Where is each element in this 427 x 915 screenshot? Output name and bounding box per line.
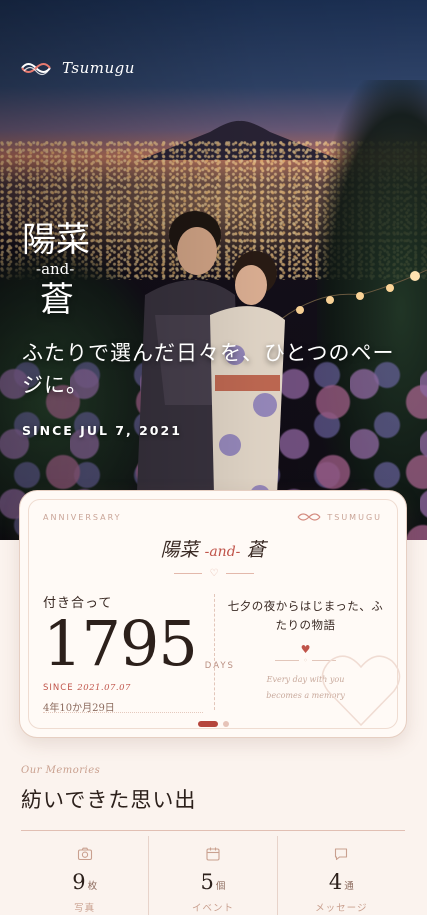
heart-outline-icon: ♡	[209, 567, 219, 579]
stat-unit: 枚	[87, 881, 98, 892]
stat-label: 写真	[74, 903, 96, 914]
pager-dot-active[interactable]	[198, 721, 218, 727]
stat-value: 9	[72, 870, 86, 894]
since-date: 2021.07.07	[77, 683, 131, 693]
card-brand: TSUMUGU	[297, 511, 382, 523]
since-label: SINCE	[43, 683, 74, 693]
anniversary-card[interactable]: ANNIVERSARY TSUMUGU 陽菜 -and- 蒼 ♡ 付き合って 1…	[19, 490, 407, 738]
card-name-connector: -and-	[204, 544, 241, 560]
days-count: 1795	[43, 607, 198, 680]
knot-logo-icon	[21, 63, 51, 76]
knot-logo-icon	[297, 513, 321, 521]
stat-value: 4	[328, 870, 343, 894]
vertical-divider	[214, 594, 215, 710]
memories-title: 紡いできた思い出	[21, 788, 197, 812]
pager-dot[interactable]	[223, 721, 229, 727]
partner-name-1: 陽菜	[22, 220, 90, 260]
card-label-anniversary: ANNIVERSARY	[43, 513, 122, 522]
partner-name-2: 蒼	[40, 280, 74, 320]
hero-since-date: SINCE JUL 7, 2021	[22, 423, 182, 438]
days-counter: 付き合って 1795 DAYS SINCE 2021.07.07 4年10か月2…	[43, 592, 233, 714]
dotted-divider	[43, 712, 203, 713]
brand[interactable]: Tsumugu	[20, 58, 135, 78]
stat-value: 5	[200, 870, 214, 894]
card-pager[interactable]	[198, 721, 229, 727]
background-heart-icon	[321, 655, 401, 727]
card-partner-name-2: 蒼	[246, 539, 266, 561]
name-connector: -and-	[36, 260, 75, 278]
memory-stats: 9 枚 写真 5 個 イベント 4 通 メッセージ	[21, 836, 405, 915]
stat-label: メッセージ	[315, 903, 368, 914]
chat-bubble-icon	[335, 848, 348, 861]
stat-messages[interactable]: 4 通 メッセージ	[278, 836, 405, 915]
story-text: 七夕の夜からはじまった、ふたりの物語	[227, 599, 384, 632]
card-since: SINCE 2021.07.07	[43, 683, 213, 693]
camera-icon	[77, 847, 92, 861]
card-label-brand: TSUMUGU	[327, 512, 382, 522]
card-title: 陽菜 -and- 蒼	[20, 535, 406, 562]
stat-photos[interactable]: 9 枚 写真	[21, 836, 150, 915]
calendar-icon	[206, 847, 220, 861]
heart-divider: ♡	[170, 567, 258, 579]
stat-unit: 通	[344, 881, 354, 892]
hero-tagline: ふたりで選んだ日々を、ひとつのページに。	[22, 341, 395, 397]
hero-section: Tsumugu 陽菜 -and- 蒼 ふたりで選んだ日々を、ひとつのページに。 …	[0, 0, 427, 540]
brand-name: Tsumugu	[62, 59, 135, 77]
card-partner-name-1: 陽菜	[160, 539, 199, 561]
memories-rule	[21, 830, 405, 831]
stat-label: イベント	[191, 903, 234, 914]
stat-unit: 個	[215, 881, 226, 892]
memories-eyebrow: Our Memories	[21, 765, 101, 776]
stat-events[interactable]: 5 個 イベント	[149, 836, 278, 915]
couple-names: 陽菜 -and- 蒼	[22, 220, 90, 322]
